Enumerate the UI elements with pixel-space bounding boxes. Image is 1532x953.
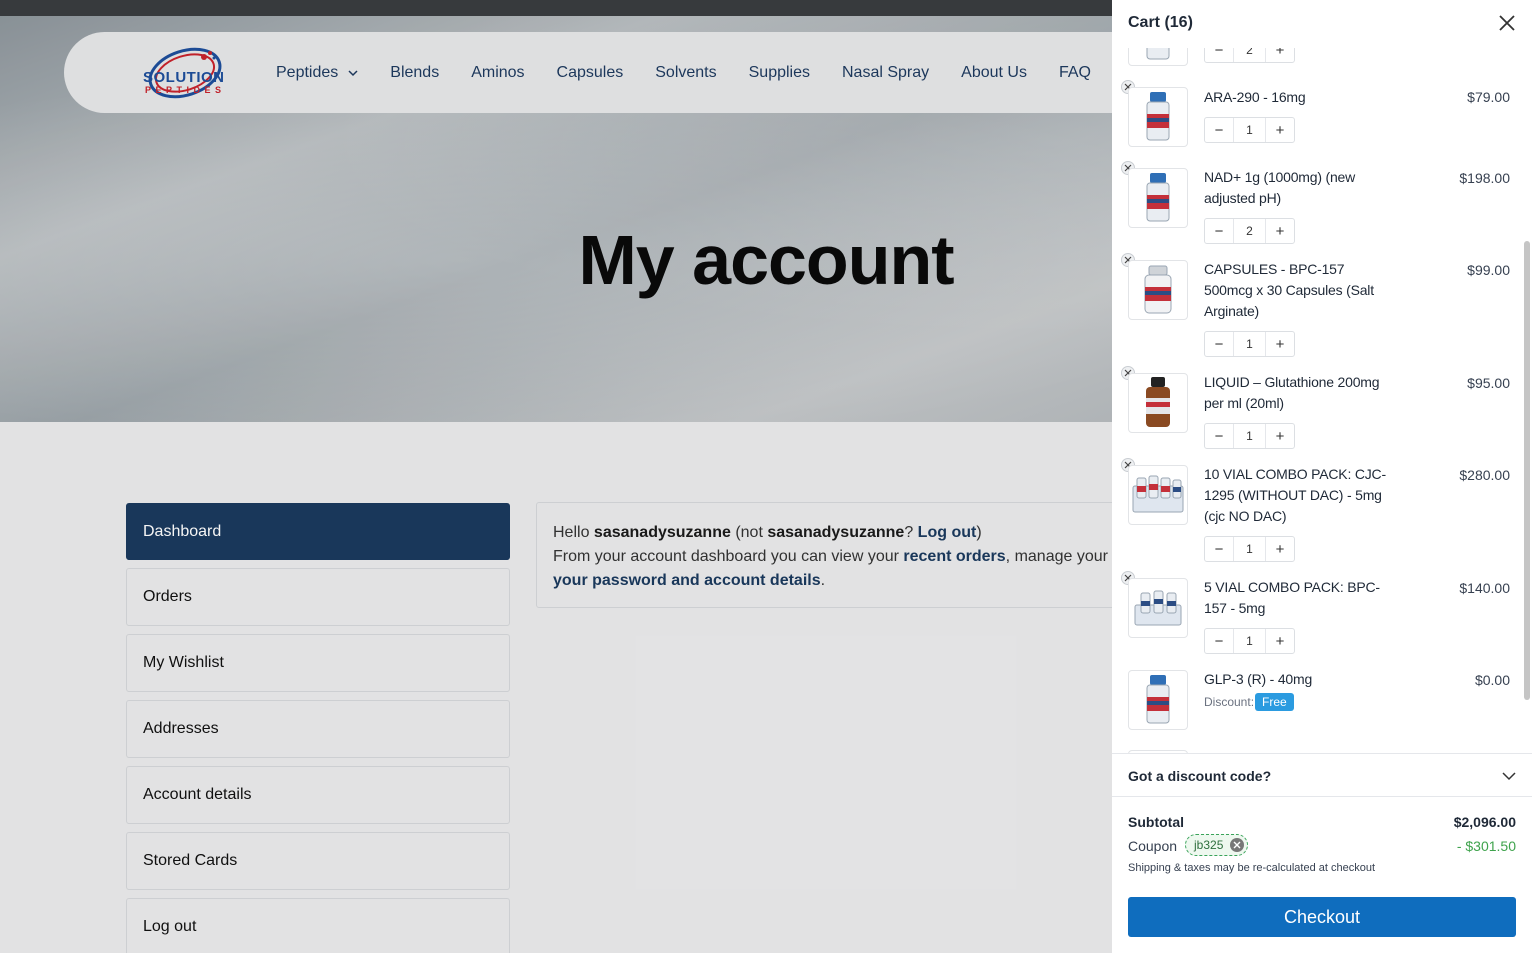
quantity-value[interactable]: 1 xyxy=(1233,332,1266,356)
discount-code-toggle[interactable]: Got a discount code? xyxy=(1112,753,1532,797)
increase-qty-button[interactable]: + xyxy=(1266,629,1294,653)
item-name[interactable]: GLP-3 (R) - 40mg xyxy=(1204,669,1394,690)
cart-items-list: − 2 + Cart (16) ARA-290 - 16mg $79.00 − … xyxy=(1112,0,1522,753)
item-price: $0.00 xyxy=(1474,672,1510,688)
item-name[interactable]: 10 VIAL COMBO PACK: CJC-1295 (WITHOUT DA… xyxy=(1204,464,1394,527)
item-name[interactable]: 5 VIAL COMBO PACK: BPC-157 - 5mg xyxy=(1204,577,1394,619)
decrease-qty-button[interactable]: − xyxy=(1205,332,1233,356)
product-amber-bottle-icon xyxy=(1146,377,1170,427)
close-icon[interactable] xyxy=(1498,14,1516,32)
product-thumbnail xyxy=(1128,373,1188,433)
decrease-qty-button[interactable]: − xyxy=(1205,537,1233,561)
quantity-value[interactable]: 1 xyxy=(1233,118,1266,142)
product-thumbnail xyxy=(1128,465,1188,525)
item-name[interactable]: ARA-290 - 16mg xyxy=(1204,87,1394,108)
item-price: $280.00 xyxy=(1459,467,1510,483)
item-price: $79.00 xyxy=(1467,89,1510,105)
cart-drawer: − 2 + Cart (16) ARA-290 - 16mg $79.00 − … xyxy=(1112,0,1532,953)
item-price: $140.00 xyxy=(1459,580,1510,596)
drawer-backdrop[interactable] xyxy=(0,0,1112,953)
product-thumbnail xyxy=(1128,87,1188,147)
cart-scrollbar[interactable] xyxy=(1524,241,1530,700)
item-name[interactable]: NAD+ 1g (1000mg) (new adjusted pH) xyxy=(1204,167,1394,209)
decrease-qty-button[interactable]: − xyxy=(1205,424,1233,448)
product-thumbnail xyxy=(1128,670,1188,730)
quantity-value[interactable]: 2 xyxy=(1233,219,1266,243)
quantity-stepper[interactable]: − 1 + xyxy=(1204,536,1295,562)
quantity-value[interactable]: 1 xyxy=(1233,537,1266,561)
product-vial-icon xyxy=(1146,173,1170,222)
product-thumbnail xyxy=(1128,260,1188,320)
chevron-down-icon xyxy=(1502,772,1516,781)
increase-qty-button[interactable]: + xyxy=(1266,424,1294,448)
decrease-qty-button[interactable]: − xyxy=(1205,118,1233,142)
product-combo-pack-icon xyxy=(1132,475,1184,513)
quantity-stepper[interactable]: − 1 + xyxy=(1204,117,1295,143)
subtotal-value: $2,096.00 xyxy=(1453,814,1516,830)
item-price: $95.00 xyxy=(1467,375,1510,391)
increase-qty-button[interactable]: + xyxy=(1266,537,1294,561)
product-thumbnail xyxy=(1128,578,1188,638)
product-vial-icon xyxy=(1146,675,1170,724)
discount-label: Discount: xyxy=(1204,695,1255,709)
quantity-value[interactable]: 1 xyxy=(1233,629,1266,653)
subtotal-label: Subtotal xyxy=(1128,814,1184,830)
discount-prompt: Got a discount code? xyxy=(1128,768,1272,784)
decrease-qty-button[interactable]: − xyxy=(1205,629,1233,653)
item-name[interactable]: LIQUID – Glutathione 200mg per ml (20ml) xyxy=(1204,372,1394,414)
item-price: $99.00 xyxy=(1467,262,1510,278)
cart-totals: Subtotal $2,096.00 Coupon jb325 - $301.5… xyxy=(1112,797,1532,953)
remove-coupon-icon[interactable] xyxy=(1230,838,1245,852)
coupon-discount-value: - $301.50 xyxy=(1456,838,1516,854)
item-price: $198.00 xyxy=(1459,170,1510,186)
product-vial-icon xyxy=(1146,92,1170,141)
product-thumbnail xyxy=(1128,168,1188,228)
shipping-note: Shipping & taxes may be re-calculated at… xyxy=(1128,862,1376,874)
cart-title: Cart (16) xyxy=(1128,14,1193,31)
quantity-stepper[interactable]: − 1 + xyxy=(1204,423,1295,449)
free-badge: Free xyxy=(1255,693,1294,711)
quantity-stepper[interactable]: − 1 + xyxy=(1204,331,1295,357)
cart-header: Cart (16) xyxy=(1112,0,1522,48)
coupon-code: jb325 xyxy=(1194,838,1224,852)
increase-qty-button[interactable]: + xyxy=(1266,118,1294,142)
increase-qty-button[interactable]: + xyxy=(1266,332,1294,356)
item-name[interactable]: CAPSULES - BPC-157 500mcg x 30 Capsules … xyxy=(1204,259,1394,322)
coupon-chip: jb325 xyxy=(1185,834,1249,856)
quantity-value[interactable]: 1 xyxy=(1233,424,1266,448)
quantity-stepper[interactable]: − 2 + xyxy=(1204,218,1295,244)
checkout-button[interactable]: Checkout xyxy=(1128,897,1516,937)
product-combo-pack-icon xyxy=(1134,590,1182,626)
quantity-stepper[interactable]: − 1 + xyxy=(1204,628,1295,654)
increase-qty-button[interactable]: + xyxy=(1266,219,1294,243)
coupon-label: Coupon xyxy=(1128,838,1178,854)
product-bottle-icon xyxy=(1144,265,1172,314)
decrease-qty-button[interactable]: − xyxy=(1205,219,1233,243)
